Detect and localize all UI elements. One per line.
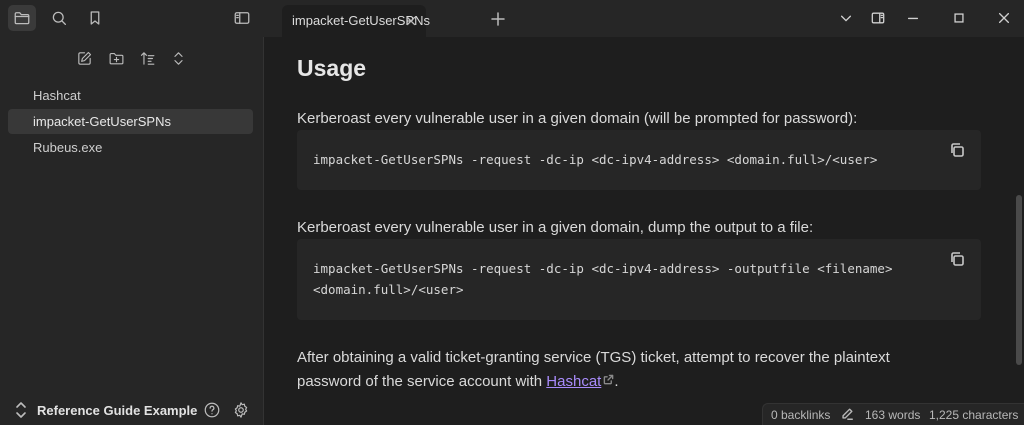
copy-code-button[interactable] [947,140,967,160]
gear-icon [234,402,248,418]
sidebar-right-icon [871,12,885,24]
word-count: 163 words [865,408,921,422]
file-item-hashcat[interactable]: Hashcat [8,83,253,108]
close-window-button[interactable] [992,8,1016,28]
code-block-2: impacket-GetUserSPNs -request -dc-ip <dc… [297,239,981,320]
new-folder-button[interactable] [104,46,128,70]
toggle-right-sidebar-button[interactable] [866,8,890,28]
bookmark-icon [90,11,100,25]
file-explorer-button[interactable] [8,5,36,31]
collapse-all-button[interactable] [166,46,190,70]
edit-mode-icon[interactable] [840,407,854,421]
search-icon [52,11,67,26]
bookmarks-button[interactable] [81,5,109,31]
paragraph-3-line-2: password of the service account with Has… [297,370,619,392]
maximize-icon [954,13,964,23]
close-icon [406,16,416,26]
code-line-2: <domain.full>/<user> [313,282,464,297]
paragraph-1: Kerberoast every vulnerable user in a gi… [297,110,858,127]
plus-icon [491,12,505,26]
settings-button[interactable] [230,399,252,421]
code-line-1: impacket-GetUserSPNs -request -dc-ip <dc… [313,261,893,276]
search-button[interactable] [45,5,73,31]
copy-icon [951,143,964,157]
copy-code-button[interactable] [947,249,967,269]
paragraph-text: password of the service account with [297,373,547,390]
folder-icon [14,12,30,25]
code-line: impacket-GetUserSPNs -request -dc-ip <dc… [313,152,878,167]
folder-plus-icon [109,52,123,64]
paragraph-text: . [614,373,619,390]
backlinks-count[interactable]: 0 backlinks [771,408,830,422]
tab-list-dropdown-button[interactable] [834,8,858,28]
heading-usage: Usage [297,55,367,81]
vault-switcher[interactable]: Reference Guide Example [0,395,264,425]
left-ribbon-tools [0,0,265,37]
minimize-button[interactable] [901,8,925,28]
chevron-down-icon [840,15,852,22]
paragraph-2: Kerberoast every vulnerable user in a gi… [297,219,814,236]
paragraph-3-line-1: After obtaining a valid ticket-granting … [297,349,890,366]
sidebar-left-icon [234,12,250,24]
close-icon [998,12,1010,24]
chevrons-up-down-icon [173,51,183,65]
file-explorer-sidebar: Hashcat impacket-GetUserSPNs Rubeus.exe … [0,37,264,425]
code-block-1: impacket-GetUserSPNs -request -dc-ip <dc… [297,130,981,190]
tab-close-button[interactable] [402,12,420,30]
file-explorer-toolbar [0,46,264,70]
copy-icon [951,252,964,266]
toggle-left-sidebar-button[interactable] [228,5,256,31]
link-hashcat[interactable]: Hashcat [546,373,601,390]
help-icon [204,402,220,418]
scrollbar-thumb[interactable] [1016,195,1022,365]
sort-icon [140,51,154,65]
new-note-button[interactable] [72,46,96,70]
external-link-icon [603,370,614,385]
title-bar: impacket-GetUserSPNs [0,0,1024,37]
minimize-icon [907,17,919,20]
status-bar: 0 backlinks 163 words 1,225 characters [762,403,1024,425]
tab-impacket-getuserspns[interactable]: impacket-GetUserSPNs [282,5,430,37]
edit-note-icon [77,51,91,65]
help-button[interactable] [201,399,223,421]
vault-name: Reference Guide Example [37,403,198,418]
note-editor[interactable]: Usage Kerberoast every vulnerable user i… [265,37,1024,425]
maximize-button[interactable] [947,8,971,28]
sort-button[interactable] [135,46,159,70]
file-item-impacket-getuserspns[interactable]: impacket-GetUserSPNs [8,109,253,134]
new-tab-button[interactable] [488,9,508,29]
file-item-rubeus[interactable]: Rubeus.exe [8,135,253,160]
character-count: 1,225 characters [929,408,1019,422]
chevrons-up-down-icon [14,401,28,419]
